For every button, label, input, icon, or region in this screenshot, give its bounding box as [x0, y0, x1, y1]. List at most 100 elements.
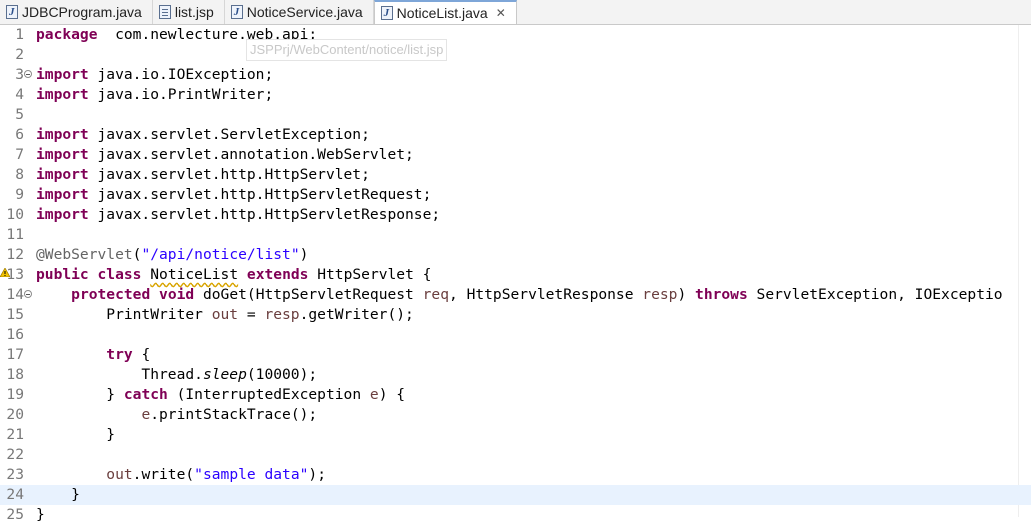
warning-marker-icon[interactable]: [0, 268, 10, 277]
code-token: javax.servlet.http.HttpServletRequest;: [88, 186, 432, 203]
code-line[interactable]: 13 public class NoticeList extends HttpSe…: [0, 265, 1031, 285]
code-token: catch: [123, 386, 168, 403]
code-token: HttpServlet {: [308, 266, 432, 283]
line-number: 24: [6, 486, 24, 503]
code-token: package: [36, 26, 98, 43]
line-number: 2: [15, 46, 24, 63]
code-token: "/api/notice/list": [141, 246, 300, 263]
code-token: try: [106, 346, 133, 363]
tab-jdbcprogram-java[interactable]: J JDBCProgram.java: [0, 0, 153, 24]
code-token: PrintWriter: [36, 306, 212, 323]
code-token: .printStackTrace();: [150, 406, 318, 423]
code-token: javax.servlet.http.HttpServlet;: [88, 166, 370, 183]
code-line[interactable]: 1 package com.newlecture.web.api;: [0, 25, 1031, 45]
code-line[interactable]: 19 } catch (InterruptedException e) {: [0, 385, 1031, 405]
code-line[interactable]: 5: [0, 105, 1031, 125]
code-line[interactable]: 23 out.write("sample data");: [0, 465, 1031, 485]
code-token: NoticeList: [150, 266, 239, 283]
code-line[interactable]: 10 import javax.servlet.http.HttpServletR…: [0, 205, 1031, 225]
code-text: import javax.servlet.annotation.WebServl…: [36, 145, 414, 165]
code-line[interactable]: 20 e.printStackTrace();: [0, 405, 1031, 425]
code-line[interactable]: 8 import javax.servlet.http.HttpServlet;: [0, 165, 1031, 185]
code-line[interactable]: 14 protected void doGet(HttpServletReque…: [0, 285, 1031, 305]
code-token: javax.servlet.ServletException;: [88, 126, 370, 143]
code-line[interactable]: 2: [0, 45, 1031, 65]
line-number: 10: [6, 206, 24, 223]
java-file-icon: J: [6, 5, 18, 19]
code-line[interactable]: 9 import javax.servlet.http.HttpServletRe…: [0, 185, 1031, 205]
code-line[interactable]: 15 PrintWriter out = resp.getWriter();: [0, 305, 1031, 325]
code-line[interactable]: 11: [0, 225, 1031, 245]
code-line[interactable]: 4 import java.io.PrintWriter;: [0, 85, 1031, 105]
line-number: 25: [6, 506, 24, 523]
code-token: resp: [264, 306, 300, 323]
code-token: resp: [642, 286, 678, 303]
code-token: );: [308, 466, 326, 483]
line-number: 18: [6, 366, 24, 383]
code-text: out.write("sample data");: [36, 465, 326, 485]
fold-toggle-icon[interactable]: [24, 70, 32, 78]
line-number: 16: [6, 326, 24, 343]
code-text: PrintWriter out = resp.getWriter();: [36, 305, 414, 325]
code-token: import: [36, 186, 89, 203]
code-text: import java.io.IOException;: [36, 65, 273, 85]
code-token: import: [36, 166, 89, 183]
code-token: import: [36, 206, 89, 223]
code-text: protected void doGet(HttpServletRequest …: [36, 285, 1002, 305]
code-line[interactable]: 18 Thread.sleep(10000);: [0, 365, 1031, 385]
code-token: extends: [246, 266, 309, 283]
code-token: import: [36, 86, 89, 103]
code-text: import javax.servlet.http.HttpServletRes…: [36, 205, 440, 225]
java-file-icon: J: [230, 5, 243, 19]
code-line[interactable]: 16: [0, 325, 1031, 345]
code-token: javax.servlet.annotation.WebServlet;: [88, 146, 414, 163]
line-number: 19: [6, 386, 24, 403]
tab-list-jsp[interactable]: list.jsp: [153, 0, 225, 24]
code-line[interactable]: 21 }: [0, 425, 1031, 445]
tab-noticelist-java[interactable]: J NoticeList.java ✕: [373, 0, 517, 24]
code-token: javax.servlet.http.HttpServletResponse;: [88, 206, 441, 223]
tab-noticeservice-java[interactable]: J NoticeService.java: [225, 0, 374, 24]
code-token: out: [211, 306, 239, 323]
jsp-file-icon: [158, 5, 171, 19]
line-number: 1: [15, 26, 24, 43]
code-line[interactable]: 25}: [0, 505, 1031, 525]
code-token: ): [677, 286, 696, 303]
code-token: import: [36, 146, 89, 163]
code-editor[interactable]: 1 package com.newlecture.web.api; 2 3 import…: [0, 25, 1031, 523]
code-line[interactable]: 6 import javax.servlet.ServletException;: [0, 125, 1031, 145]
code-line[interactable]: 22: [0, 445, 1031, 465]
line-number: 8: [15, 166, 24, 183]
code-token: .getWriter();: [299, 306, 414, 323]
code-token: "sample data": [194, 466, 309, 483]
code-text: } catch (InterruptedException e) {: [36, 385, 405, 405]
code-line[interactable]: 17 try {: [0, 345, 1031, 365]
code-token: , HttpServletResponse: [449, 286, 643, 303]
code-token: =: [238, 306, 265, 323]
line-number: 23: [6, 466, 24, 483]
code-line[interactable]: 3 import java.io.IOException;: [0, 65, 1031, 85]
code-token: import: [36, 66, 89, 83]
code-token: req: [422, 286, 449, 303]
code-token: }: [36, 386, 124, 403]
code-line[interactable]: 12 @WebServlet("/api/notice/list"): [0, 245, 1031, 265]
code-token: throws: [695, 286, 748, 303]
code-token: (10000);: [246, 366, 318, 383]
fold-toggle-icon[interactable]: [24, 290, 32, 298]
line-number: 7: [15, 146, 24, 163]
code-text: import javax.servlet.http.HttpServletReq…: [36, 185, 431, 205]
close-tab-icon[interactable]: ✕: [496, 6, 506, 20]
code-line[interactable]: 7 import javax.servlet.annotation.WebServ…: [0, 145, 1031, 165]
code-line[interactable]: 24 }: [0, 485, 1031, 505]
line-number: 9: [15, 186, 24, 203]
code-text: }: [36, 425, 115, 445]
line-number: 21: [6, 426, 24, 443]
